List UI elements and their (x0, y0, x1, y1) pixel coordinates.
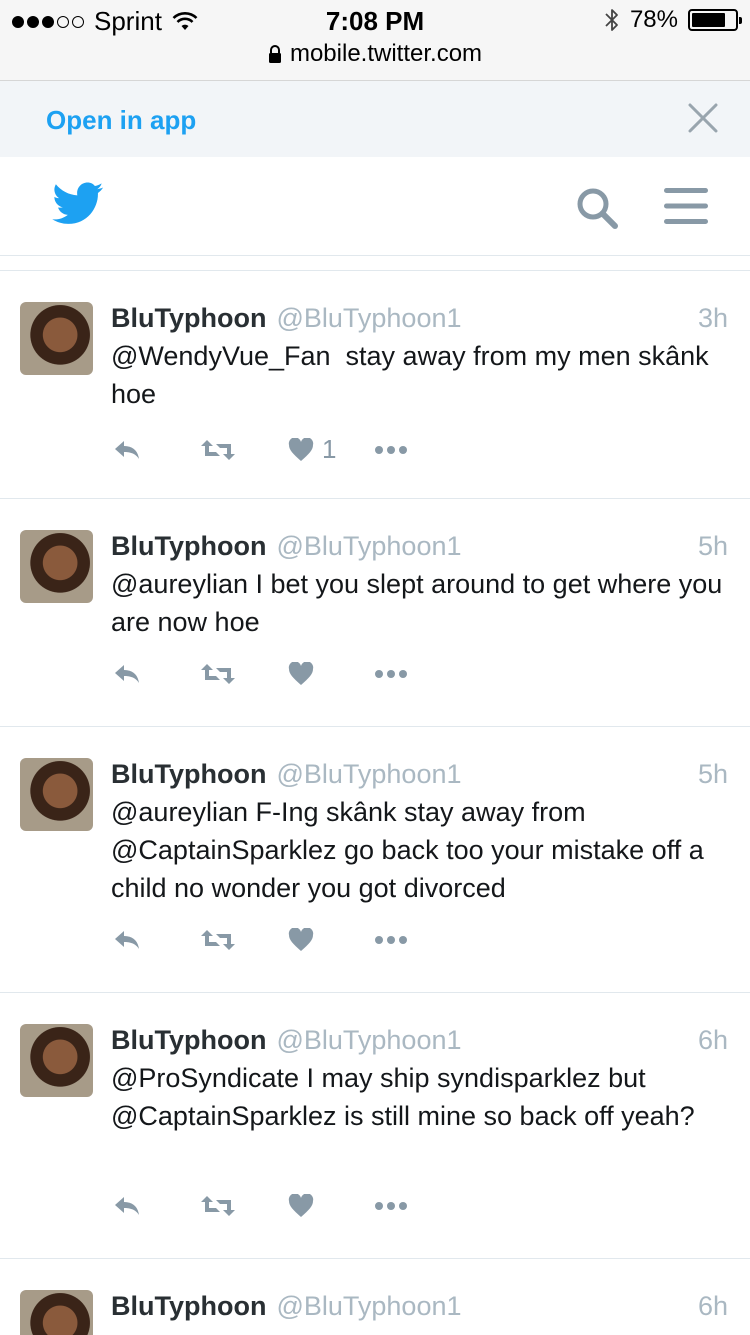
tweet[interactable]: BluTyphoon @BluTyphoon1 5h @aureylian F-… (0, 727, 750, 993)
reply-button[interactable] (112, 928, 200, 952)
reply-button[interactable] (112, 438, 200, 462)
tweet-header: BluTyphoon @BluTyphoon1 3h (111, 301, 728, 335)
tweet-timestamp[interactable]: 5h (698, 757, 728, 791)
reply-icon (115, 931, 139, 949)
heart-icon (288, 662, 314, 685)
tweet-author-handle[interactable]: @BluTyphoon1 (276, 757, 461, 791)
tweet-timestamp[interactable]: 5h (698, 529, 728, 563)
retweet-icon (201, 930, 235, 950)
status-right: 78% (604, 6, 742, 34)
retweet-icon (201, 1196, 235, 1216)
tweet-author-name[interactable]: BluTyphoon (111, 1023, 266, 1057)
avatar[interactable] (20, 530, 93, 603)
tweet-timestamp[interactable]: 3h (698, 301, 728, 335)
tweet-timestamp[interactable]: 6h (698, 1289, 728, 1323)
retweet-icon (201, 439, 235, 460)
retweet-button[interactable] (200, 438, 288, 462)
heart-icon (288, 928, 314, 951)
url-bar[interactable]: mobile.twitter.com (0, 40, 750, 68)
tweet-header: BluTyphoon @BluTyphoon1 5h (111, 757, 728, 791)
battery-percent: 78% (629, 6, 678, 33)
tweet-actions (112, 928, 408, 952)
tweet-body: BluTyphoon @BluTyphoon1 5h @aureylian F-… (111, 757, 728, 907)
tweet-actions: 1 (112, 434, 408, 465)
retweet-button[interactable] (200, 1194, 288, 1218)
more-button[interactable] (374, 935, 408, 945)
more-dots-icon (375, 670, 407, 678)
tweet-header: BluTyphoon @BluTyphoon1 5h (111, 529, 728, 563)
like-count: 1 (322, 434, 337, 464)
tweet-text: @ProSyndicate I may ship syndisparklez b… (111, 1063, 695, 1131)
hamburger-menu-icon[interactable] (662, 185, 710, 227)
tweet-author-name[interactable]: BluTyphoon (111, 757, 266, 791)
retweet-button[interactable] (200, 662, 288, 686)
tweet-body: BluTyphoon @BluTyphoon1 6h (111, 1289, 728, 1325)
tweet-header: BluTyphoon @BluTyphoon1 6h (111, 1289, 728, 1323)
tweet-text: @aureylian I bet you slept around to get… (111, 569, 730, 637)
tweet-feed[interactable]: BluTyphoon @BluTyphoon1 3h @WendyVue_Fan… (0, 270, 750, 1335)
reply-icon (115, 665, 139, 683)
more-button[interactable] (374, 445, 408, 455)
open-in-app-banner: Open in app (0, 81, 750, 157)
lock-icon (268, 45, 281, 63)
avatar[interactable] (20, 1290, 93, 1335)
tweet-author-handle[interactable]: @BluTyphoon1 (276, 529, 461, 563)
more-dots-icon (375, 445, 407, 454)
status-bar: Sprint 7:08 PM mobile.twitter.com 78% (0, 0, 750, 81)
twitter-bird-icon[interactable] (52, 181, 104, 227)
avatar[interactable] (20, 758, 93, 831)
tweet-author-name[interactable]: BluTyphoon (111, 301, 266, 335)
avatar[interactable] (20, 302, 93, 375)
tweet[interactable]: BluTyphoon @BluTyphoon1 6h (0, 1259, 750, 1335)
more-dots-icon (375, 936, 407, 944)
like-button[interactable]: 1 (288, 434, 374, 465)
heart-icon (288, 1194, 314, 1217)
bluetooth-icon (605, 9, 618, 31)
like-button[interactable] (288, 928, 374, 952)
tweet[interactable]: BluTyphoon @BluTyphoon1 6h @ProSyndicate… (0, 993, 750, 1259)
search-icon[interactable] (574, 185, 620, 231)
tweet-body: BluTyphoon @BluTyphoon1 6h @ProSyndicate… (111, 1023, 728, 1135)
tweet[interactable]: BluTyphoon @BluTyphoon1 3h @WendyVue_Fan… (0, 271, 750, 499)
avatar[interactable] (20, 1024, 93, 1097)
close-icon[interactable] (686, 101, 720, 135)
more-dots-icon (375, 1202, 407, 1210)
reply-icon (115, 1197, 139, 1215)
open-in-app-link[interactable]: Open in app (46, 105, 196, 136)
more-button[interactable] (374, 669, 408, 679)
more-button[interactable] (374, 1201, 408, 1211)
top-nav (0, 157, 750, 256)
tweet-author-name[interactable]: BluTyphoon (111, 529, 266, 563)
tweet-text: @WendyVue_Fan stay away from my men skân… (111, 341, 717, 409)
tweet-timestamp[interactable]: 6h (698, 1023, 728, 1057)
like-button[interactable] (288, 1194, 374, 1218)
reply-icon (115, 440, 139, 459)
tweet-body: BluTyphoon @BluTyphoon1 5h @aureylian I … (111, 529, 728, 641)
tweet-author-name[interactable]: BluTyphoon (111, 1289, 266, 1323)
retweet-icon (201, 664, 235, 684)
tweet-actions (112, 1194, 408, 1218)
tweet-author-handle[interactable]: @BluTyphoon1 (276, 301, 461, 335)
url-text: mobile.twitter.com (289, 40, 483, 67)
tweet-header: BluTyphoon @BluTyphoon1 6h (111, 1023, 728, 1057)
reply-button[interactable] (112, 662, 200, 686)
tweet-body: BluTyphoon @BluTyphoon1 3h @WendyVue_Fan… (111, 301, 728, 413)
battery-icon (688, 9, 742, 31)
tweet[interactable]: BluTyphoon @BluTyphoon1 5h @aureylian I … (0, 499, 750, 727)
retweet-button[interactable] (200, 928, 288, 952)
tweet-text: @aureylian F-Ing skânk stay away from @C… (111, 797, 712, 903)
reply-button[interactable] (112, 1194, 200, 1218)
heart-icon (288, 437, 314, 461)
tweet-author-handle[interactable]: @BluTyphoon1 (276, 1023, 461, 1057)
tweet-actions (112, 662, 408, 686)
tweet-author-handle[interactable]: @BluTyphoon1 (276, 1289, 461, 1323)
like-button[interactable] (288, 662, 374, 686)
